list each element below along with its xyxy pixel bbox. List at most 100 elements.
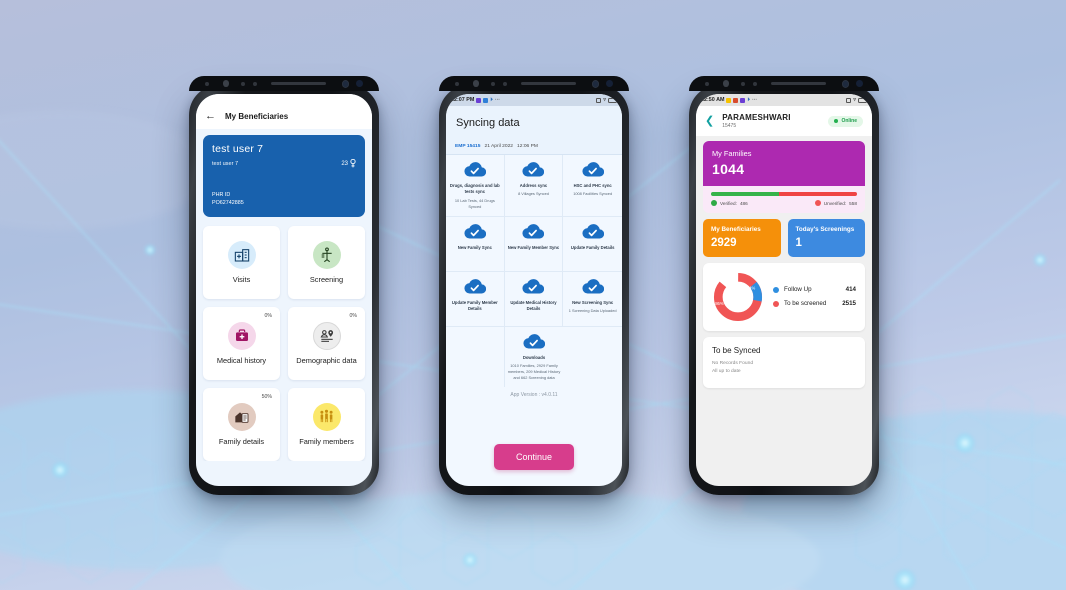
my-families-value: 1044 [712, 161, 745, 177]
unverified-segment [779, 192, 857, 196]
front-camera-icon [591, 79, 600, 88]
sensor-dot-icon [503, 81, 507, 86]
module-tile-grid: Visits Screening 0% Medical history 0% D… [203, 226, 365, 461]
app-version-label: App Version : v4.0.11 [510, 392, 558, 399]
sensor-dot-icon [741, 81, 746, 86]
phone-mockup-dashboard: 12:50 AM ⏵ ⋯ ▿ ❮ PARAMESHWARI 15475 Onli… [689, 76, 879, 495]
battery-icon [858, 97, 868, 103]
sync-item-title: Update Family Member Details [451, 299, 498, 311]
wifi-icon: ▿ [603, 97, 606, 103]
employee-id: EMP 15415 [455, 144, 481, 149]
stat-label: My Beneficiaries [711, 226, 761, 233]
female-icon [350, 159, 356, 168]
page-title: Syncing data [446, 106, 622, 141]
status-badge-label: Online [841, 118, 857, 124]
downloads-sub: 1010 Families, 2929 Family members, 209 … [507, 362, 561, 381]
sync-time: 12:06 PM [517, 144, 538, 149]
earpiece-speaker [520, 82, 576, 85]
sync-item-title: New Family Member Sync [507, 244, 560, 250]
stat-card-my-beneficiaries[interactable]: My Beneficiaries 2929 [703, 219, 781, 257]
continue-button[interactable]: Continue [493, 444, 575, 470]
donut-chart: 14% 86% [712, 271, 764, 323]
app-icon [740, 97, 746, 103]
check-circle-icon [711, 200, 717, 206]
earpiece-dot-icon [722, 80, 730, 87]
donut-legend: Follow Up 414 To be screened 2515 [773, 286, 856, 307]
front-camera-secondary-icon [356, 80, 364, 87]
tile-demographic-data[interactable]: 0% Demographic data [288, 307, 365, 380]
cast-icon [596, 97, 602, 103]
sensor-dot-icon [705, 81, 709, 86]
send-icon: ⏵ [490, 97, 493, 103]
status-bar-time: 12:07 PM [451, 97, 475, 103]
patient-name: test user 7 [212, 143, 264, 155]
app-icon [726, 97, 732, 103]
verified-segment [711, 192, 780, 196]
cloud-check-icon [464, 162, 486, 177]
tile-family-details[interactable]: 50% Family details [203, 388, 280, 461]
stat-card-todays-screenings[interactable]: Today's Screenings 1 [787, 219, 865, 257]
sync-item-sub: 10 Lab Tests, 44 Drugs Synced [454, 197, 495, 209]
phr-id-value: PO62742885 [212, 200, 244, 207]
sync-item: Drugs, diagnosis and lab tests sync 10 L… [446, 155, 505, 217]
tile-medical-history[interactable]: 0% Medical history [203, 307, 280, 380]
patient-subname: test user 7 [212, 160, 239, 167]
legend-value: 414 [845, 286, 856, 294]
patient-summary-card[interactable]: test user 7 test user 7 23 PHR ID PO6274… [203, 135, 365, 217]
sensor-dot-icon [753, 81, 757, 86]
stat-label: Today's Screenings [795, 226, 855, 233]
legend-dot-to-be-screened [773, 300, 779, 307]
sync-item-title: New Family Sync [457, 244, 492, 250]
cloud-check-icon [522, 278, 545, 294]
family-icon [312, 402, 341, 431]
phone-mockup-beneficiary-detail: ← My Beneficiaries test user 7 test user… [189, 76, 379, 495]
phone-mockup-syncing-data: 12:07 PM ⏵ ⋯ ▿ Syncing data EMP 15415 21… [439, 76, 629, 495]
sync-item-title: Update Family Details [570, 244, 615, 250]
sync-item: Update Family Details [563, 217, 622, 272]
battery-icon [608, 97, 618, 103]
tile-family-members[interactable]: Family members [288, 388, 365, 461]
chevron-left-icon[interactable]: ❮ [705, 115, 714, 127]
sensor-dot-icon [253, 81, 257, 86]
cast-icon [846, 97, 852, 103]
to-be-synced-card: To be Synced No Records Found All up to … [703, 336, 865, 388]
cloud-check-icon [582, 162, 604, 177]
legend-value: 2515 [842, 300, 856, 308]
medical-kit-icon [227, 321, 256, 350]
tile-percent: 0% [264, 313, 273, 319]
tile-label: Visits [232, 274, 251, 284]
sync-item: New Family Sync [446, 216, 505, 272]
my-families-label: My Families [712, 149, 752, 158]
cloud-check-icon [582, 278, 604, 294]
stat-card-row: My Beneficiaries 2929 Today's Screenings… [703, 219, 865, 257]
more-icon: ⋯ [494, 97, 500, 103]
tile-visits[interactable]: Visits [203, 226, 280, 299]
front-camera-secondary-icon [856, 80, 864, 87]
unverified-value: 558 [849, 200, 857, 206]
app-icon [733, 97, 739, 103]
sync-item-title: New Screening Sync [572, 299, 614, 305]
to-be-synced-title: To be Synced [712, 345, 761, 355]
tile-label: Family members [299, 436, 354, 446]
my-families-card[interactable]: My Families 1044 Verified: 486 Unverifie… [703, 141, 865, 213]
verified-value: 486 [739, 200, 748, 206]
sensor-dot-icon [205, 81, 209, 86]
sync-meta-row: EMP 15415 21 April 2022 12:06 PM [446, 141, 622, 155]
tile-label: Family details [218, 436, 265, 446]
donut-label-to-be-screened: 86% [715, 301, 724, 306]
phone3-notch [689, 76, 879, 91]
phone3-status-bar: 12:50 AM ⏵ ⋯ ▿ [696, 94, 872, 106]
to-be-synced-line2: All up to date [712, 369, 741, 375]
earpiece-speaker [770, 82, 826, 85]
sync-item: HSC and PHC sync 1008 Facilities Synced [563, 155, 622, 217]
donut-chart-svg: 14% 86% [713, 272, 763, 321]
donut-label-follow-up: 14% [747, 285, 756, 290]
verified-legend: Verified: 486 [711, 200, 748, 206]
tile-screening[interactable]: Screening [288, 226, 365, 299]
phr-id-label: PHR ID [212, 192, 231, 199]
cloud-check-icon [582, 223, 604, 239]
arrow-left-icon[interactable]: ← [205, 111, 216, 122]
earpiece-speaker [270, 82, 326, 85]
sync-grid-spacer [563, 327, 622, 387]
app-icon [476, 97, 482, 103]
